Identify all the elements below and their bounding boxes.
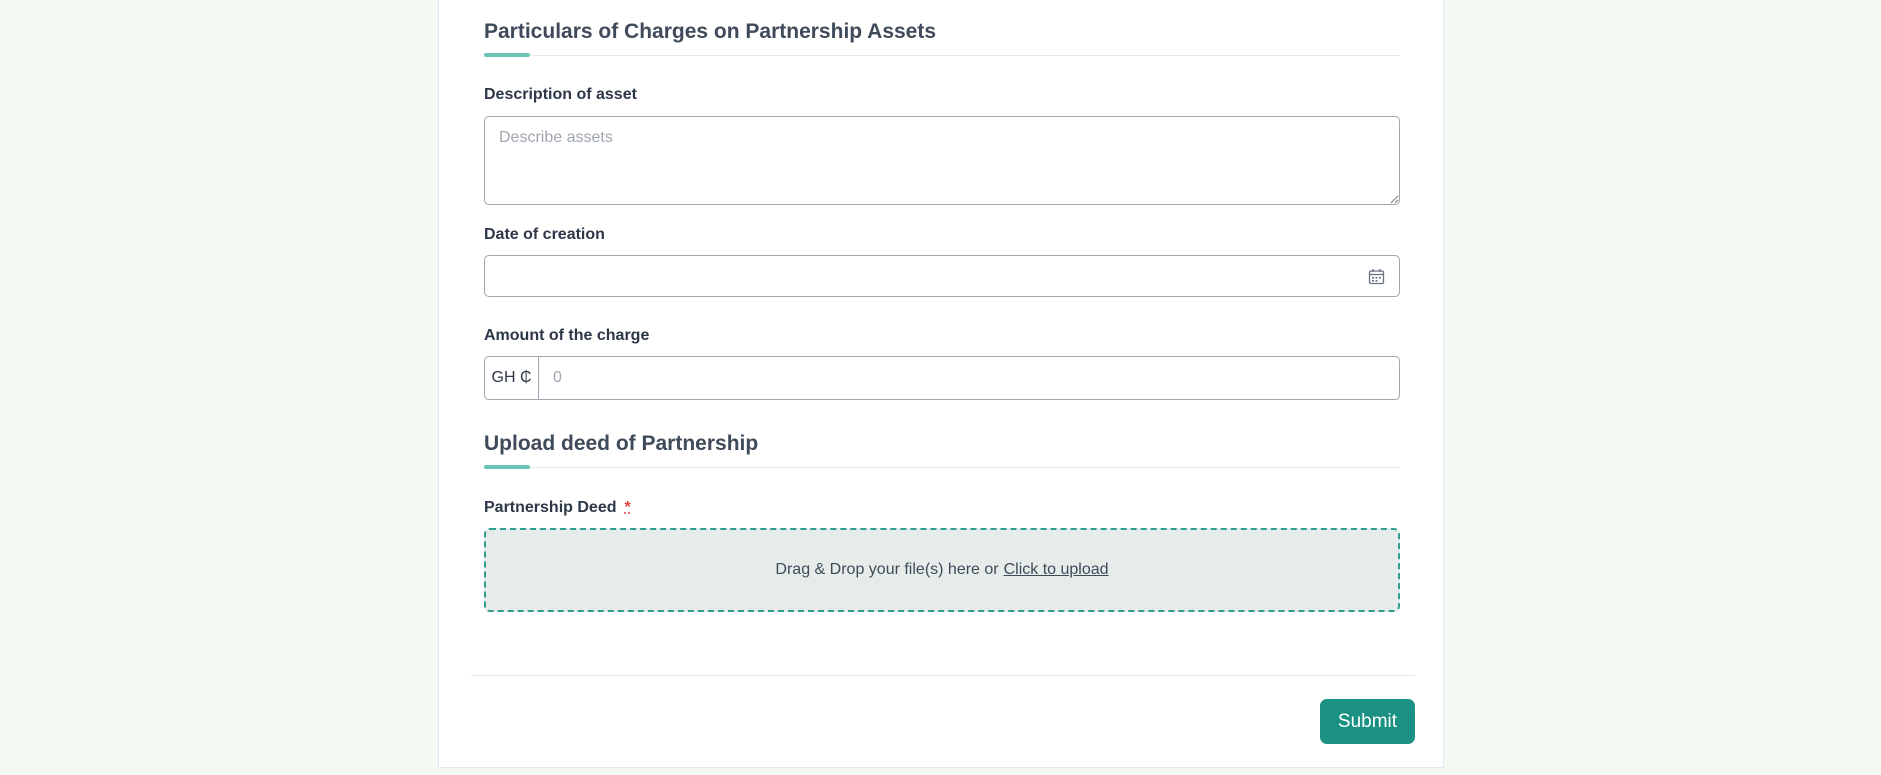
description-label: Description of asset: [484, 86, 637, 103]
partnership-deed-label-text: Partnership Deed: [484, 499, 617, 516]
date-of-creation-label: Date of creation: [484, 226, 605, 243]
section-accent-upload: [484, 465, 530, 469]
section-title-upload: Upload deed of Partnership: [484, 432, 759, 455]
submit-button[interactable]: Submit: [1320, 699, 1415, 744]
click-to-upload-link[interactable]: Click to upload: [1004, 561, 1109, 579]
partnership-deed-label: Partnership Deed *: [484, 499, 631, 517]
section-accent-charges: [484, 53, 530, 57]
file-dropzone[interactable]: Drag & Drop your file(s) here or Click t…: [484, 528, 1400, 612]
date-of-creation-input[interactable]: [497, 256, 1361, 296]
section-divider-upload: [484, 467, 1400, 468]
currency-prefix: GH ₵: [485, 357, 539, 399]
required-marker: *: [624, 499, 631, 516]
date-of-creation-field[interactable]: [484, 255, 1400, 297]
dropzone-text: Drag & Drop your file(s) here or: [775, 561, 999, 578]
section-divider-charges: [484, 55, 1400, 56]
amount-input-group: GH ₵: [484, 356, 1400, 400]
description-textarea[interactable]: [484, 116, 1400, 205]
footer-divider: [471, 675, 1415, 676]
section-title-charges: Particulars of Charges on Partnership As…: [484, 20, 937, 43]
form-card: Particulars of Charges on Partnership As…: [438, 0, 1444, 768]
calendar-icon[interactable]: [1368, 268, 1385, 285]
amount-input[interactable]: [539, 357, 1399, 399]
amount-label: Amount of the charge: [484, 327, 650, 344]
